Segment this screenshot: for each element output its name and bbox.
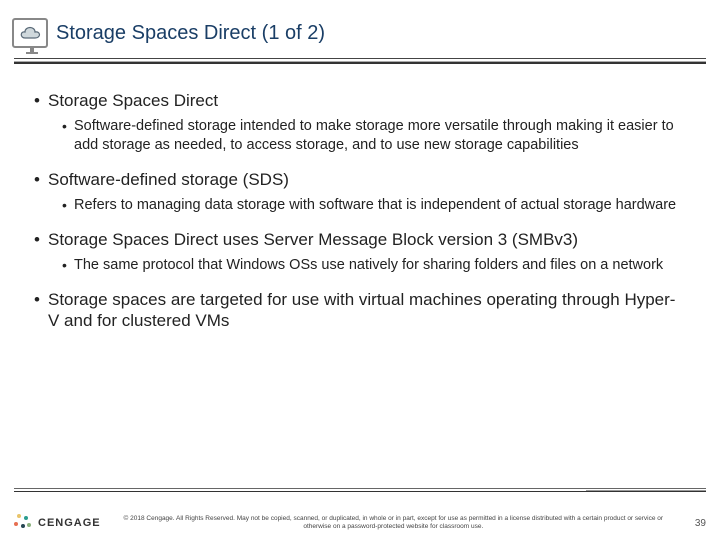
sub-item: Refers to managing data storage with sof… [62, 196, 686, 215]
title-row: Storage Spaces Direct (1 of 2) [0, 0, 720, 48]
cloud-icon [17, 24, 43, 42]
bullet-item: Software-defined storage (SDS) Refers to… [34, 169, 686, 215]
sub-list: Software-defined storage intended to mak… [62, 117, 686, 155]
brand-logo: CENGAGE [14, 514, 101, 532]
slide: Storage Spaces Direct (1 of 2) Storage S… [0, 0, 720, 540]
slide-body: Storage Spaces Direct Software-defined s… [0, 64, 720, 332]
bullet-item: Storage Spaces Direct uses Server Messag… [34, 229, 686, 275]
bullet-lead: Storage spaces are targeted for use with… [34, 289, 686, 332]
footer: CENGAGE © 2018 Cengage. All Rights Reser… [14, 514, 706, 532]
brand-dots-icon [14, 514, 32, 532]
copyright-text: © 2018 Cengage. All Rights Reserved. May… [101, 515, 686, 531]
title-underline [14, 58, 706, 64]
bullet-item: Storage spaces are targeted for use with… [34, 289, 686, 332]
sub-item: Software-defined storage intended to mak… [62, 117, 686, 155]
sub-list: Refers to managing data storage with sof… [62, 196, 686, 215]
bullet-lead: Software-defined storage (SDS) [34, 169, 686, 190]
bullet-lead: Storage Spaces Direct uses Server Messag… [34, 229, 686, 250]
cloud-monitor-icon [12, 18, 48, 48]
footer-divider [14, 488, 706, 492]
bullet-lead: Storage Spaces Direct [34, 90, 686, 111]
bullet-item: Storage Spaces Direct Software-defined s… [34, 90, 686, 155]
bullet-list: Storage Spaces Direct Software-defined s… [34, 90, 686, 332]
page-number: 39 [686, 518, 706, 529]
sub-item: The same protocol that Windows OSs use n… [62, 256, 686, 275]
sub-list: The same protocol that Windows OSs use n… [62, 256, 686, 275]
slide-title: Storage Spaces Direct (1 of 2) [56, 22, 325, 45]
brand-name: CENGAGE [38, 517, 101, 529]
